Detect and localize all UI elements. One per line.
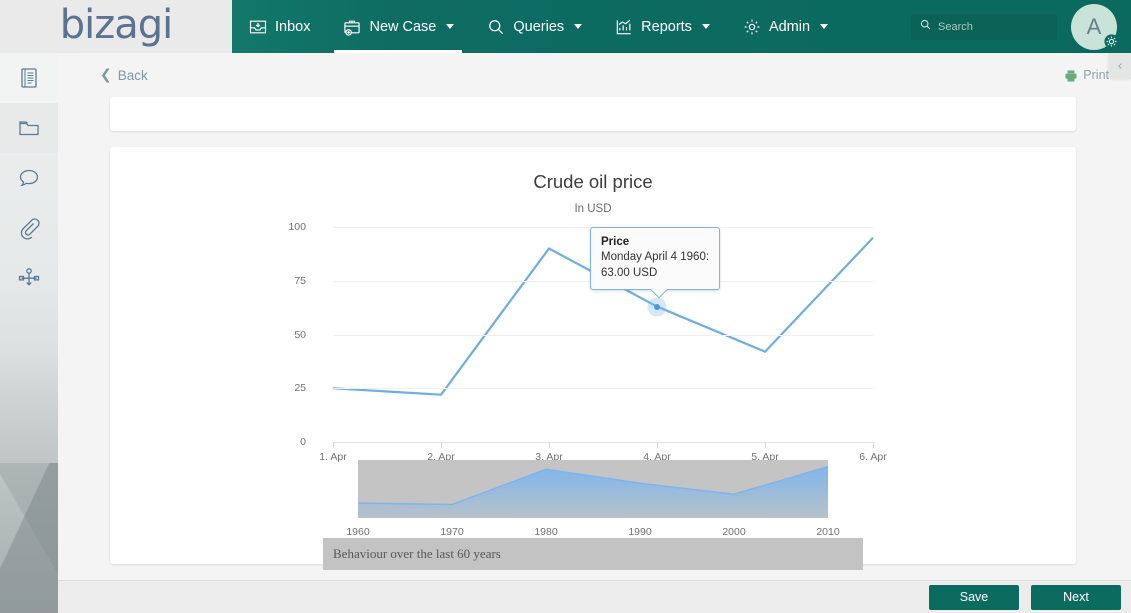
nav-item-reports[interactable]: Reports	[598, 0, 726, 53]
bar-chart-icon	[614, 17, 634, 37]
nav-item-inbox[interactable]: Inbox	[232, 0, 326, 53]
header-card	[110, 97, 1076, 131]
search-icon	[919, 18, 932, 36]
gridline	[333, 334, 873, 336]
gear-icon	[742, 17, 762, 37]
y-axis-tick-label: 50	[294, 328, 306, 341]
save-button[interactable]: Save	[929, 584, 1019, 610]
navigator-tick-label: 1960	[346, 526, 370, 538]
chevron-down-icon	[446, 24, 455, 29]
sidebar-item-comments[interactable]	[0, 153, 58, 203]
x-axis-tick-label: 1. Apr	[319, 451, 347, 463]
bizagi-logo: bizagi	[59, 1, 174, 48]
x-axis-line	[333, 442, 873, 443]
tooltip-date: Monday April 4 1960:	[601, 251, 710, 264]
y-axis-tick-label: 25	[294, 382, 306, 395]
y-axis-tick-label: 75	[294, 274, 306, 287]
app-window: bizagi Inbox New Case Queries Reports Ad…	[0, 0, 1131, 613]
paperclip-icon	[17, 216, 41, 240]
chart-plot-area: 0 25 50 75 100 1. Apr 2. Apr 3. Apr 4. Apr 5. Apr…	[288, 221, 886, 463]
nav-label-reports: Reports	[641, 18, 692, 35]
chevron-left-icon: ❮	[100, 67, 112, 83]
navigator-tick-label: 1970	[440, 526, 464, 538]
x-axis-tick	[441, 442, 442, 448]
gear-icon[interactable]	[1103, 33, 1120, 50]
print-label: Print	[1083, 68, 1109, 82]
nav-item-admin[interactable]: Admin	[726, 0, 844, 53]
content-area: ❮ Back Print Crude oil price In USD 0 25…	[58, 53, 1131, 580]
nav-label-queries: Queries	[513, 18, 565, 35]
chevron-down-icon	[574, 24, 583, 29]
logo-area: bizagi	[0, 0, 232, 53]
chart-subtitle: In USD	[574, 203, 612, 215]
comment-icon	[17, 166, 41, 190]
data-point-marker[interactable]	[654, 303, 660, 310]
gridline	[333, 388, 873, 390]
top-bar: bizagi Inbox New Case Queries Reports Ad…	[0, 0, 1131, 53]
search-icon	[486, 17, 506, 37]
nav-label-inbox: Inbox	[275, 18, 311, 35]
chart-caption: Behaviour over the last 60 years	[323, 538, 863, 570]
back-label: Back	[117, 67, 148, 83]
chart-card: Crude oil price In USD 0 25 50 75 100 1. Apr 2…	[110, 147, 1076, 570]
x-axis-tick	[765, 442, 766, 448]
sidebar-item-process[interactable]	[0, 253, 58, 303]
navigator-tick-label: 2000	[722, 526, 746, 538]
navigator-tick-label: 1990	[628, 526, 652, 538]
y-axis-tick-label: 0	[300, 436, 306, 448]
x-axis-tick	[657, 442, 658, 448]
sidebar-item-form[interactable]	[0, 53, 58, 103]
sidebar-background-image	[0, 353, 58, 613]
folder-icon	[17, 116, 41, 140]
sidebar-item-attachments[interactable]	[0, 203, 58, 253]
tooltip-value: 63.00 USD	[601, 266, 658, 279]
briefcase-plus-icon	[342, 17, 362, 37]
back-button[interactable]: ❮ Back	[100, 67, 148, 83]
chart-navigator[interactable]: 1960 1970 1980 1990 2000 2010	[346, 460, 840, 538]
printer-icon	[1064, 69, 1078, 82]
print-button[interactable]: Print	[1064, 68, 1109, 82]
panel-collapse-button[interactable]: ‹	[1109, 53, 1131, 79]
action-bar: ❮ Back Print	[58, 53, 1131, 97]
x-axis-tick	[549, 442, 550, 448]
nav-item-new-case[interactable]: New Case	[326, 0, 470, 53]
left-sidebar	[0, 53, 58, 613]
x-axis-tick	[873, 442, 874, 448]
inbox-icon	[248, 17, 268, 37]
form-icon	[17, 66, 41, 90]
footer-bar: Save Next	[58, 580, 1131, 613]
sidebar-item-documents[interactable]	[0, 103, 58, 153]
search-input[interactable]	[938, 20, 1049, 33]
tooltip-title: Price	[601, 235, 630, 248]
navigator-area-series	[358, 465, 828, 518]
y-axis-tick-label: 100	[288, 221, 306, 233]
navigator-tick-label: 2010	[816, 526, 840, 538]
nav-item-queries[interactable]: Queries	[470, 0, 598, 53]
next-button[interactable]: Next	[1031, 584, 1121, 610]
chevron-down-icon	[701, 24, 710, 29]
global-search[interactable]	[911, 13, 1057, 40]
nav-label-admin: Admin	[768, 18, 811, 35]
user-menu[interactable]: A	[1071, 3, 1120, 50]
chart-tooltip: Price Monday April 4 1960: 63.00 USD	[590, 226, 721, 299]
nav-label-new-case: New Case	[369, 18, 437, 35]
chevron-left-icon: ‹	[1117, 58, 1123, 74]
chart: Crude oil price In USD 0 25 50 75 100 1. Apr 2…	[110, 171, 1076, 578]
x-axis-tick-label: 6. Apr	[859, 451, 887, 463]
x-axis-tick	[333, 442, 334, 448]
main-navigation: Inbox New Case Queries Reports Admin Sea…	[232, 0, 1131, 53]
navigator-tick-label: 1980	[534, 526, 558, 538]
chart-title: Crude oil price	[533, 171, 653, 192]
chevron-down-icon	[820, 24, 829, 29]
process-diagram-icon	[17, 266, 41, 290]
